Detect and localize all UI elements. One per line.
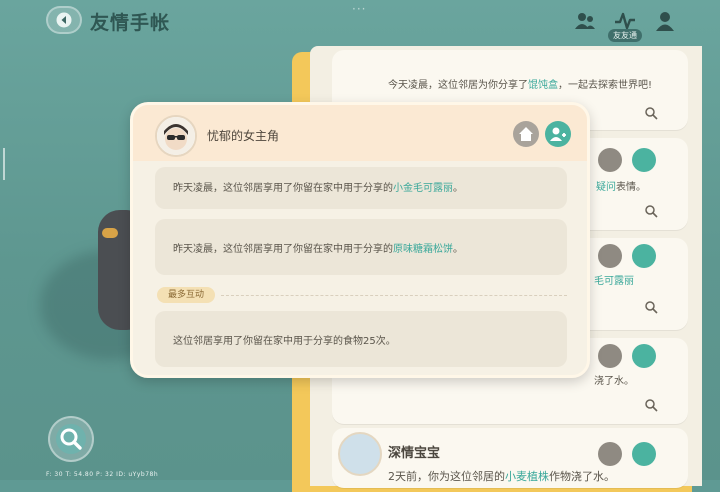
list-item-text: 毛可露丽 xyxy=(594,276,634,287)
section-label: 最多互动 xyxy=(157,287,215,303)
home-button[interactable] xyxy=(598,344,622,368)
friends-icon[interactable] xyxy=(574,10,596,32)
friend-name: 忧郁的女主角 xyxy=(207,129,280,143)
top-bar: 友情手帐 ··· 友友通 xyxy=(0,0,720,44)
search-button[interactable] xyxy=(48,416,94,462)
list-item-text: 今天凌晨，这位邻居为你分享了馄饨盒，一起去探索世界吧! xyxy=(388,80,653,91)
avatar xyxy=(155,115,197,157)
left-edge-handle[interactable] xyxy=(3,148,5,180)
interaction-entry: 昨天凌晨，这位邻居享用了你留在家中用于分享的小金毛可露丽。 xyxy=(155,167,567,209)
debug-readout: F: 30 T: 54.80 P: 32 ID: uYyb78h xyxy=(46,471,159,478)
add-friend-button[interactable] xyxy=(545,121,571,147)
active-tab-label: 友友通 xyxy=(608,29,642,42)
list-item-text: 浇了水。 xyxy=(594,376,634,387)
back-button[interactable] xyxy=(46,6,82,34)
home-button[interactable] xyxy=(598,244,622,268)
add-friend-button[interactable] xyxy=(632,244,656,268)
friend-name: 深情宝宝 xyxy=(388,446,441,461)
avatar xyxy=(338,432,382,476)
home-button[interactable] xyxy=(598,148,622,172)
summary-text: 这位邻居享用了你留在家中用于分享的食物25次。 xyxy=(173,336,396,347)
back-arrow-icon xyxy=(56,12,72,28)
home-button[interactable] xyxy=(598,442,622,466)
section-divider xyxy=(221,295,567,296)
zoom-icon[interactable] xyxy=(644,204,658,218)
avatar-face-icon xyxy=(157,117,195,155)
zoom-icon[interactable] xyxy=(644,106,658,120)
more-dots[interactable]: ··· xyxy=(352,2,366,16)
list-item-text: 疑问表情。 xyxy=(596,182,646,193)
zoom-icon[interactable] xyxy=(644,300,658,314)
popup-header: 忧郁的女主角 xyxy=(133,105,587,161)
add-friend-button[interactable] xyxy=(632,442,656,466)
visit-home-button[interactable] xyxy=(513,121,539,147)
character-beak xyxy=(102,228,118,238)
page-title: 友情手帐 xyxy=(90,12,171,34)
summary-entry: 这位邻居享用了你留在家中用于分享的食物25次。 xyxy=(155,311,567,367)
search-button-face xyxy=(56,424,86,454)
home-icon xyxy=(519,127,533,141)
entry-text: 昨天凌晨，这位邻居享用了你留在家中用于分享的小金毛可露丽。 xyxy=(173,183,463,194)
add-friend-icon xyxy=(550,127,566,141)
friend-detail-popup: 忧郁的女主角 昨天凌晨，这位邻居享用了你留在家中用于分享的小金毛可露丽。 昨天凌… xyxy=(130,102,590,378)
add-friend-button[interactable] xyxy=(632,344,656,368)
profile-icon[interactable] xyxy=(654,10,676,32)
add-friend-button[interactable] xyxy=(632,148,656,172)
list-item-text: 2天前，你为这位邻居的小麦植株作物浇了水。 xyxy=(388,470,615,483)
entry-text: 昨天凌晨，这位邻居享用了你留在家中用于分享的原味糖霜松饼。 xyxy=(173,244,463,255)
search-icon xyxy=(60,428,82,450)
list-item: 深情宝宝 2天前，你为这位邻居的小麦植株作物浇了水。 xyxy=(332,428,688,488)
zoom-icon[interactable] xyxy=(644,398,658,412)
interaction-entry: 昨天凌晨，这位邻居享用了你留在家中用于分享的原味糖霜松饼。 xyxy=(155,219,567,275)
